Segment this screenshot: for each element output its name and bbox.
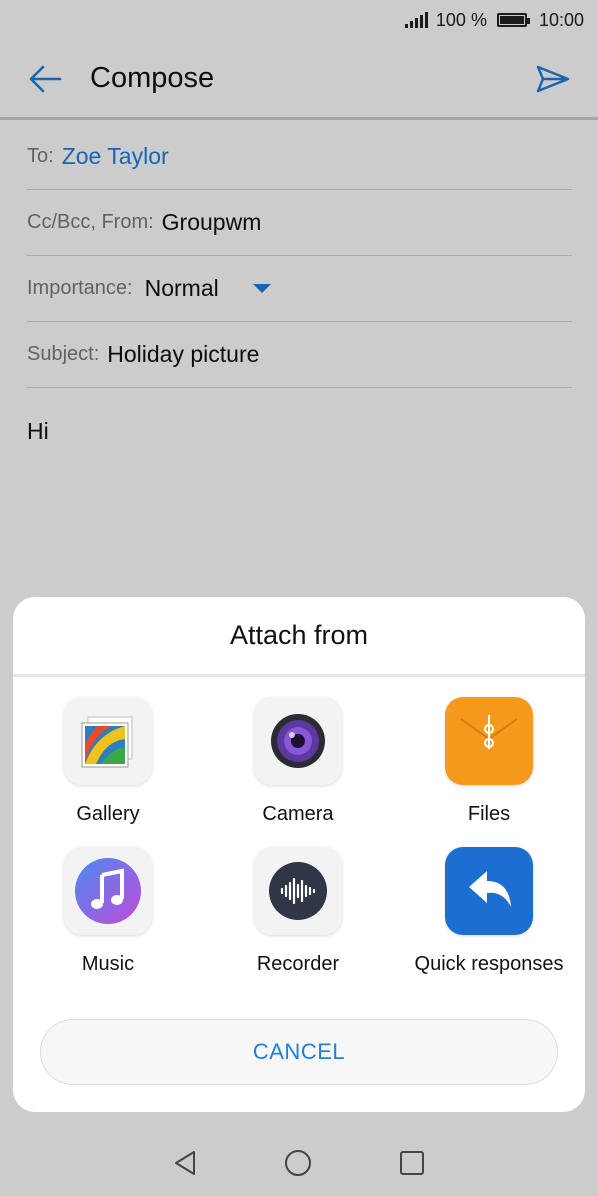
attach-option-music[interactable]: Music — [13, 847, 203, 997]
music-icon — [64, 847, 152, 935]
quick-responses-icon — [445, 847, 533, 935]
attach-option-camera[interactable]: Camera — [203, 697, 393, 847]
files-label: Files — [467, 803, 511, 825]
attach-option-files[interactable]: Files — [393, 697, 585, 847]
camera-icon — [254, 697, 342, 785]
sheet-title: Attach from — [13, 597, 585, 677]
recorder-icon — [254, 847, 342, 935]
gallery-icon — [64, 697, 152, 785]
attach-options-grid: Gallery Camera Files Music Recorder Quic… — [13, 697, 585, 997]
cancel-button[interactable]: CANCEL — [40, 1019, 558, 1085]
files-icon — [445, 697, 533, 785]
camera-label: Camera — [262, 803, 334, 825]
attach-option-quick-responses[interactable]: Quick responses — [393, 847, 585, 997]
attach-option-gallery[interactable]: Gallery — [13, 697, 203, 847]
attach-option-recorder[interactable]: Recorder — [203, 847, 393, 997]
music-label: Music — [81, 953, 135, 975]
gallery-label: Gallery — [76, 803, 140, 825]
quick-responses-label: Quick responses — [414, 953, 564, 975]
attach-from-sheet: Attach from Gallery Camera Files Music R… — [13, 597, 585, 1112]
recorder-label: Recorder — [256, 953, 340, 975]
